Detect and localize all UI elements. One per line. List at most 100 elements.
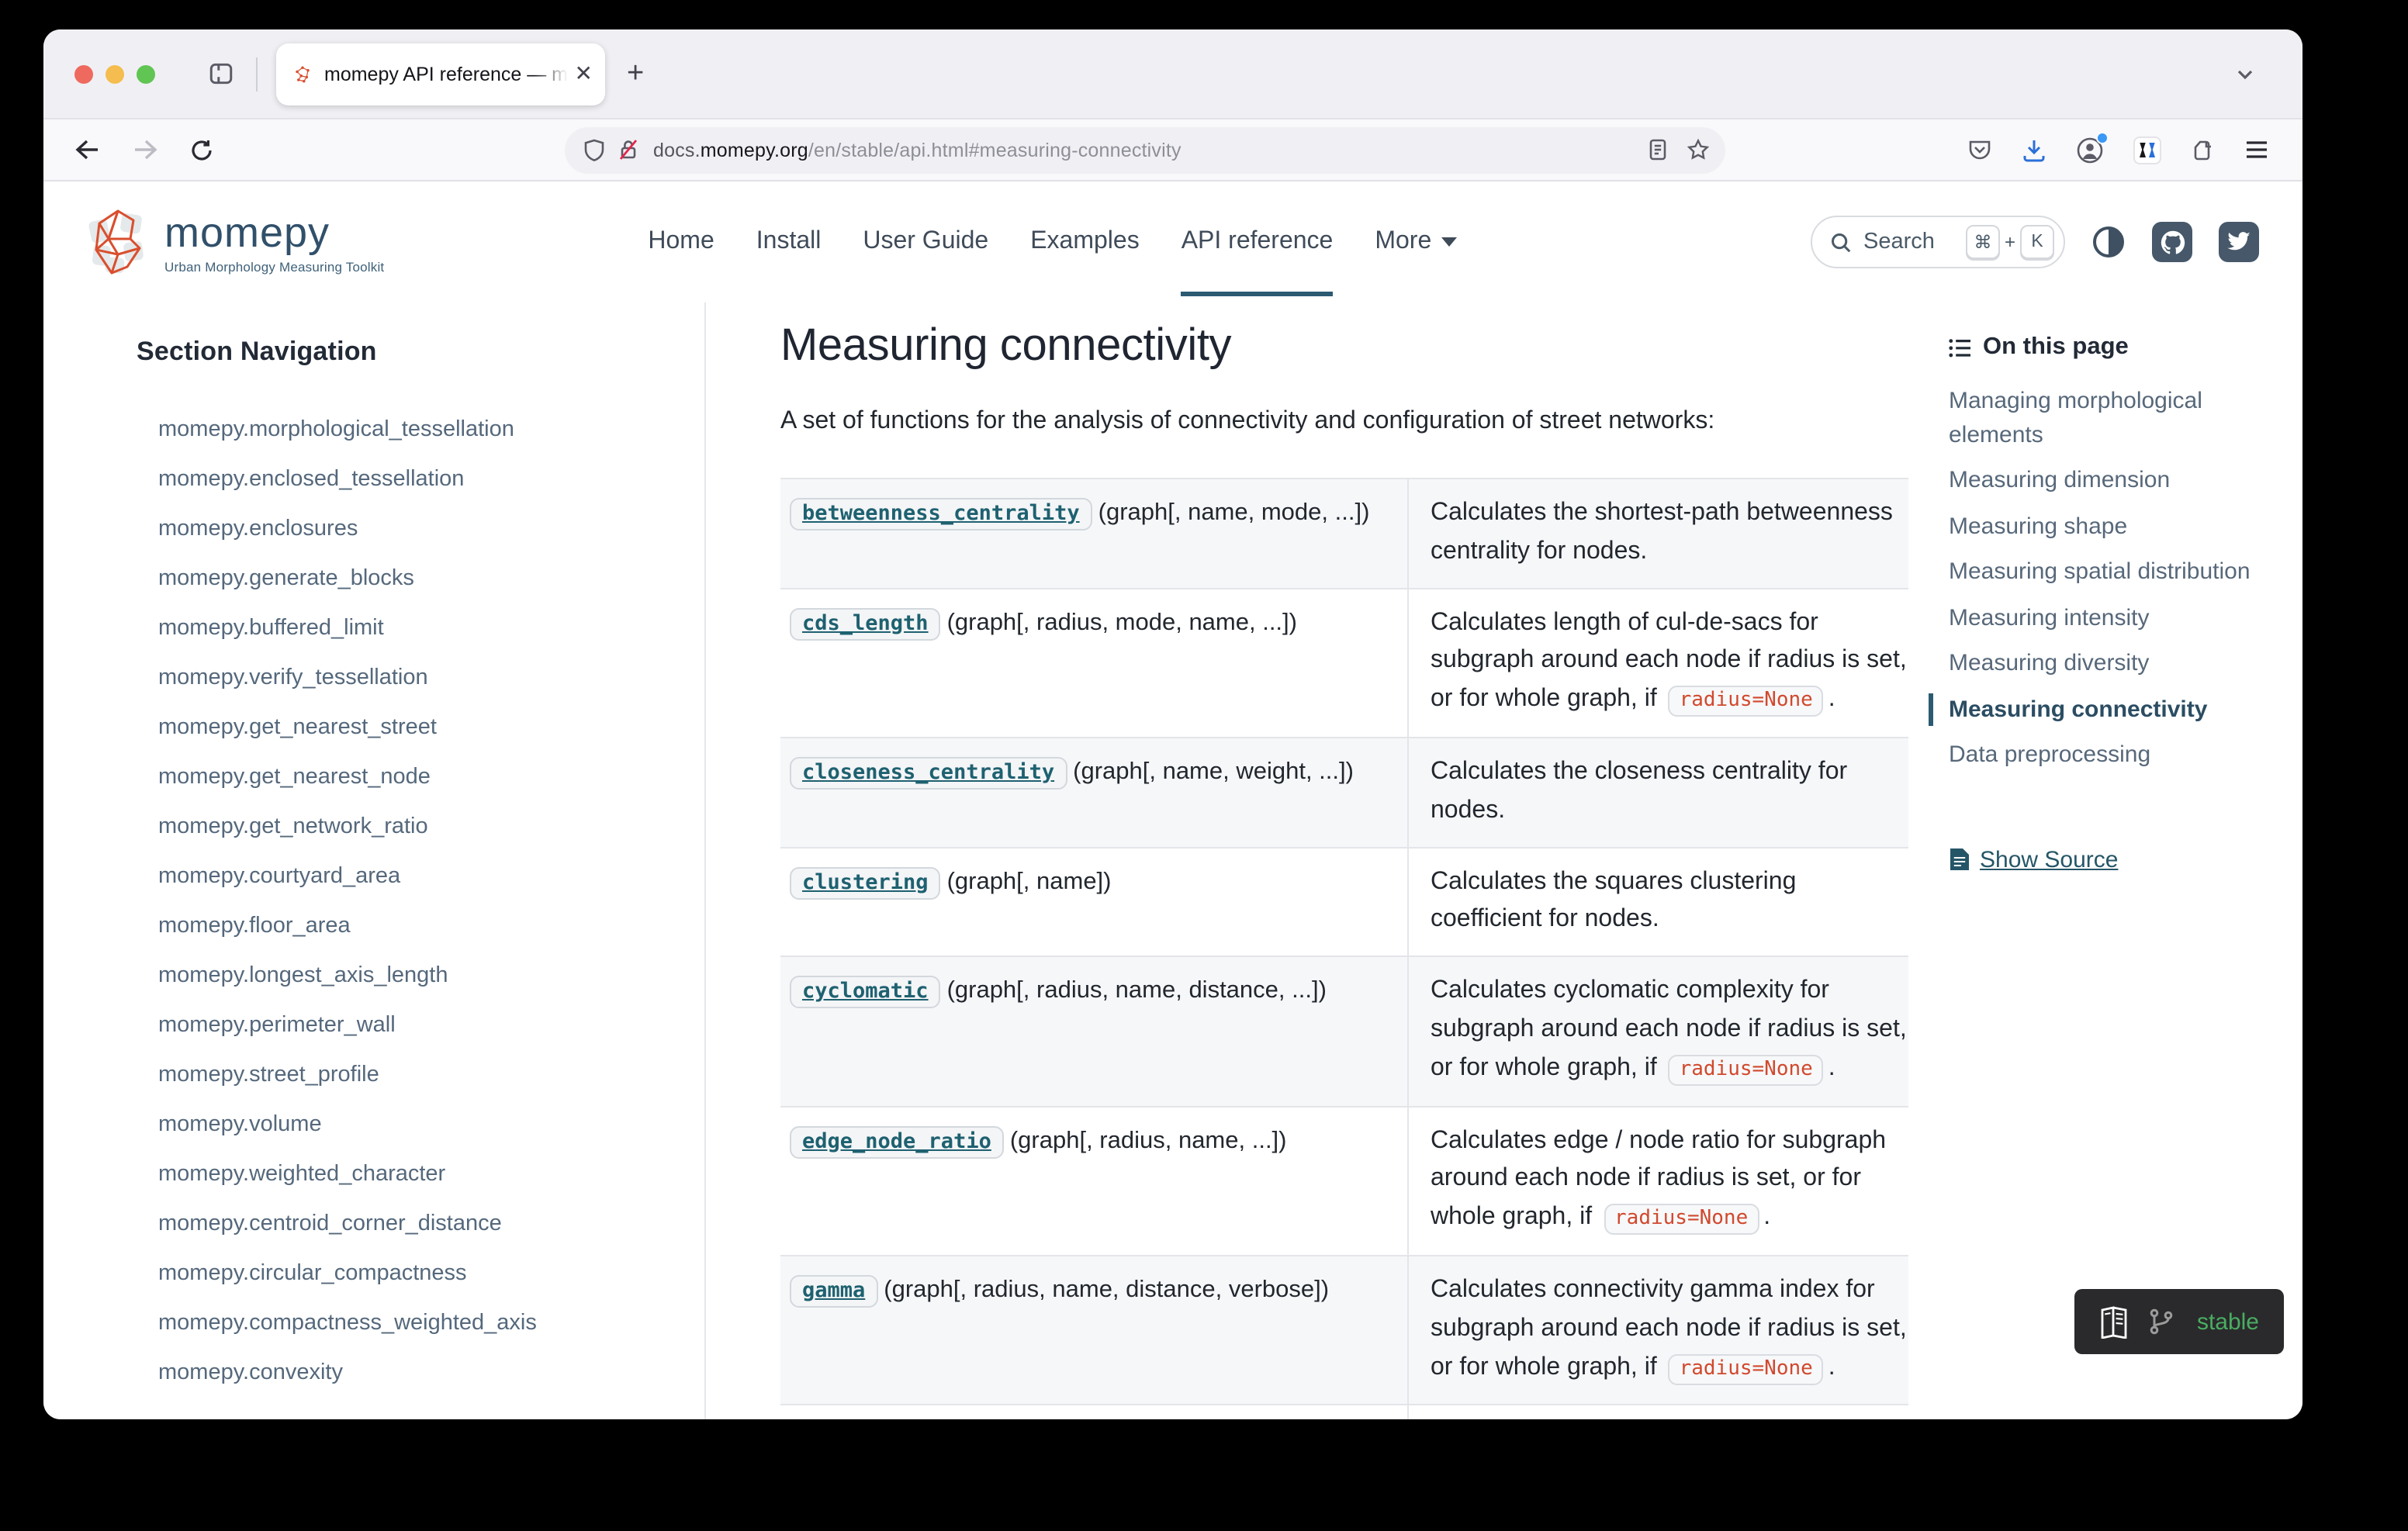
github-icon[interactable] xyxy=(2152,222,2192,262)
inline-code-chip: radius=None xyxy=(1669,1353,1824,1384)
toc-item[interactable]: Measuring dimension xyxy=(1929,464,2284,497)
toc-item[interactable]: Measuring intensity xyxy=(1929,601,2284,634)
function-link[interactable]: clustering xyxy=(790,866,941,899)
sidebar-item[interactable]: momepy.enclosures xyxy=(137,504,704,554)
sidebar-toggle-icon[interactable] xyxy=(208,60,234,87)
toc-item[interactable]: Measuring shape xyxy=(1929,510,2284,543)
sidebar-item[interactable]: momepy.perimeter_wall xyxy=(137,1001,704,1050)
back-button[interactable] xyxy=(74,138,101,161)
nav-item-label: User Guide xyxy=(863,228,988,256)
nav-item[interactable]: More xyxy=(1375,188,1456,296)
extension-icon[interactable] xyxy=(2133,136,2161,164)
version-switcher[interactable]: stable xyxy=(2074,1289,2284,1354)
sidebar-item[interactable]: momepy.courtyard_area xyxy=(137,852,704,901)
sidebar-item[interactable]: momepy.street_profile xyxy=(137,1050,704,1100)
traffic-light-close[interactable] xyxy=(74,64,93,83)
table-row: betweenness_centrality(graph[, name, mod… xyxy=(780,479,1908,589)
logo-tagline: Urban Morphology Measuring Toolkit xyxy=(164,259,384,275)
twitter-icon[interactable] xyxy=(2219,222,2259,262)
sidebar-item[interactable]: momepy.convexity xyxy=(137,1348,704,1398)
function-link[interactable]: betweenness_centrality xyxy=(790,498,1092,530)
description-text-after: . xyxy=(1763,1204,1770,1230)
nav-item[interactable]: API reference xyxy=(1182,188,1334,296)
sidebar-item[interactable]: momepy.compactness_weighted_axis xyxy=(137,1298,704,1348)
sidebar-item-label: momepy.generate_blocks xyxy=(158,566,414,591)
sidebar-item[interactable]: momepy.enclosed_tessellation xyxy=(137,454,704,504)
divider xyxy=(256,57,258,91)
toc-item-label: Data preprocessing xyxy=(1949,741,2150,768)
function-description-cell: Calculates the shortest-path betweenness… xyxy=(1407,479,1908,587)
toc-item[interactable]: Measuring spatial distribution xyxy=(1929,555,2284,589)
sidebar-item[interactable]: momepy.buffered_limit xyxy=(137,603,704,653)
url-text: docs.momepy.org/en/stable/api.html#measu… xyxy=(653,139,1182,161)
sidebar-item-label: momepy.enclosed_tessellation xyxy=(158,467,464,492)
function-link[interactable]: closeness_centrality xyxy=(790,757,1067,790)
reload-button[interactable] xyxy=(189,137,214,162)
table-row: mean_node_degree(graph[, radius, name]) … xyxy=(780,1406,1908,1419)
function-params: (graph[, radius, name, distance, ...]) xyxy=(947,977,1327,1004)
traffic-light-zoom[interactable] xyxy=(137,64,155,83)
kbd-k: K xyxy=(2020,225,2054,259)
function-link[interactable]: cds_length xyxy=(790,607,941,640)
sidebar-item[interactable]: momepy.centroid_corner_distance xyxy=(137,1199,704,1249)
function-link[interactable]: edge_node_ratio xyxy=(790,1125,1004,1158)
show-source-link[interactable]: Show Source xyxy=(1949,846,2284,873)
insecure-lock-icon[interactable] xyxy=(618,138,639,161)
nav-item[interactable]: Install xyxy=(756,188,822,296)
tab-list-chevron-icon[interactable] xyxy=(2234,63,2256,85)
downloads-icon[interactable] xyxy=(2022,137,2046,162)
theme-toggle-icon[interactable] xyxy=(2091,225,2126,259)
intro-paragraph: A set of functions for the analysis of c… xyxy=(780,402,1908,441)
momepy-logo[interactable]: momepy Urban Morphology Measuring Toolki… xyxy=(87,208,384,276)
sidebar-item[interactable]: momepy.verify_tessellation xyxy=(137,653,704,703)
sidebar-item[interactable]: momepy.volume xyxy=(137,1100,704,1149)
nav-item[interactable]: User Guide xyxy=(863,188,988,296)
sidebar-item-label: momepy.circular_compactness xyxy=(158,1261,467,1286)
sidebar-item-label: momepy.verify_tessellation xyxy=(158,665,428,690)
tracking-protection-shield-icon[interactable] xyxy=(583,138,605,161)
tab-title: momepy API reference — mome xyxy=(324,63,569,85)
browser-tab[interactable]: momepy API reference — mome ✕ xyxy=(276,43,605,105)
sidebar-item-label: momepy.buffered_limit xyxy=(158,616,384,641)
search-button[interactable]: Search ⌘ + K xyxy=(1811,216,2065,268)
toc-item[interactable]: Data preprocessing xyxy=(1929,738,2284,772)
traffic-light-minimize[interactable] xyxy=(106,64,124,83)
sidebar-item[interactable]: momepy.circular_compactness xyxy=(137,1249,704,1298)
sidebar-item[interactable]: momepy.longest_axis_length xyxy=(137,951,704,1001)
tab-close-icon[interactable]: ✕ xyxy=(575,60,593,87)
function-params: (graph[, name, mode, ...]) xyxy=(1098,499,1370,526)
extension-2-icon[interactable] xyxy=(2191,137,2216,162)
sidebar-item[interactable]: momepy.generate_blocks xyxy=(137,554,704,603)
toc-item-label: Measuring shape xyxy=(1949,513,2127,539)
sidebar-item[interactable]: momepy.get_nearest_street xyxy=(137,703,704,752)
new-tab-button[interactable]: + xyxy=(627,57,644,91)
account-icon[interactable] xyxy=(2076,136,2104,164)
toc-item[interactable]: Managing morphological elements xyxy=(1929,385,2284,451)
sidebar-item[interactable]: momepy.weighted_character xyxy=(137,1149,704,1199)
reader-mode-icon[interactable] xyxy=(1648,138,1668,161)
toc-list: Managing morphological elements Measurin… xyxy=(1949,385,2284,772)
sidebar-item[interactable]: momepy.morphological_tessellation xyxy=(137,405,704,454)
url-path: /en/stable/api.html#measuring-connectivi… xyxy=(808,139,1182,161)
sidebar-item[interactable]: momepy.floor_area xyxy=(137,901,704,951)
toc-item-label: Measuring spatial distribution xyxy=(1949,558,2251,585)
sidebar-item-label: momepy.volume xyxy=(158,1112,322,1137)
function-description-cell: Calculates mean node degree for subgraph… xyxy=(1407,1406,1908,1419)
toc-item[interactable]: Measuring connectivity xyxy=(1929,693,2284,726)
bookmark-star-icon[interactable] xyxy=(1687,138,1710,161)
nav-item[interactable]: Home xyxy=(648,188,714,296)
url-bar[interactable]: docs.momepy.org/en/stable/api.html#measu… xyxy=(565,126,1725,173)
pocket-icon[interactable] xyxy=(1967,137,1992,162)
sidebar-item[interactable]: momepy.get_nearest_node xyxy=(137,752,704,802)
function-description-cell: Calculates cyclomatic complexity for sub… xyxy=(1407,957,1908,1105)
menu-icon[interactable] xyxy=(2245,140,2268,160)
function-link[interactable]: gamma xyxy=(790,1275,877,1308)
nav-item[interactable]: Examples xyxy=(1030,188,1140,296)
toc-item[interactable]: Measuring diversity xyxy=(1929,647,2284,680)
function-link[interactable]: cyclomatic xyxy=(790,976,941,1008)
momepy-logo-icon xyxy=(87,208,149,276)
sidebar-item-label: momepy.convexity xyxy=(158,1360,343,1385)
forward-button[interactable] xyxy=(132,138,158,161)
function-signature-cell: gamma(graph[, radius, name, distance, ve… xyxy=(780,1256,1407,1405)
sidebar-item[interactable]: momepy.get_network_ratio xyxy=(137,802,704,852)
